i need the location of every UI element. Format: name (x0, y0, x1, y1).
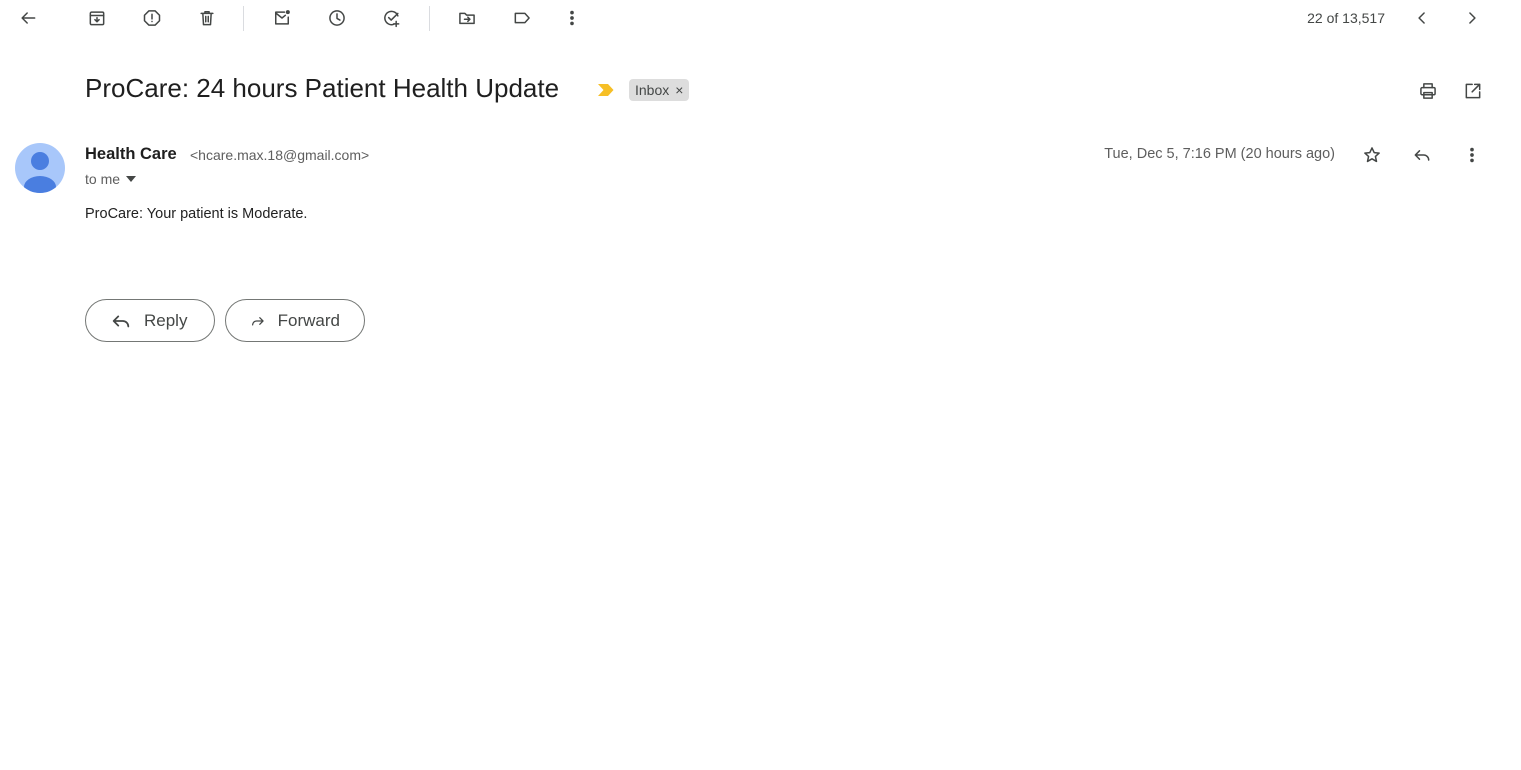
archive-icon[interactable] (82, 3, 112, 33)
move-to-icon[interactable] (452, 3, 482, 33)
sender-email: <hcare.max.18@gmail.com> (190, 147, 370, 163)
label-chip-text: Inbox (635, 82, 670, 98)
toolbar-divider (429, 6, 430, 31)
reply-button[interactable]: Reply (85, 299, 215, 342)
snooze-icon[interactable] (322, 3, 352, 33)
more-vert-icon[interactable] (557, 3, 587, 33)
recipient-text: to me (85, 171, 121, 187)
message-counter: 22 of 13,517 (1307, 10, 1385, 26)
add-to-tasks-icon[interactable] (377, 3, 407, 33)
email-body: ProCare: Your patient is Moderate. (85, 206, 308, 222)
default-avatar-icon (24, 152, 56, 193)
reply-icon[interactable] (1407, 140, 1437, 170)
chevron-right-icon[interactable] (1457, 3, 1487, 33)
delete-icon[interactable] (192, 3, 222, 33)
forward-icon (251, 316, 264, 326)
more-vert-icon[interactable] (1457, 140, 1487, 170)
forward-button-label: Forward (277, 310, 340, 330)
toolbar-divider (243, 6, 244, 31)
mark-unread-icon[interactable] (267, 3, 297, 33)
avatar[interactable] (15, 143, 65, 193)
open-in-new-window-icon[interactable] (1458, 76, 1488, 106)
forward-button[interactable]: Forward (225, 299, 365, 342)
remove-label-icon[interactable]: × (675, 82, 683, 98)
report-spam-icon[interactable] (137, 3, 167, 33)
label-chip-inbox: Inbox × (629, 79, 690, 101)
reply-icon (112, 315, 130, 327)
sender-name[interactable]: Health Care (85, 145, 177, 164)
recipient-details[interactable]: to me (85, 171, 137, 187)
email-subject: ProCare: 24 hours Patient Health Update (85, 73, 560, 103)
dropdown-arrow-icon[interactable] (126, 176, 137, 182)
email-date: Tue, Dec 5, 7:16 PM (20 hours ago) (1104, 146, 1335, 162)
chevron-left-icon[interactable] (1407, 3, 1437, 33)
star-icon[interactable] (1357, 140, 1387, 170)
important-marker-icon[interactable] (597, 82, 615, 98)
print-icon[interactable] (1413, 76, 1443, 106)
reply-button-label: Reply (144, 310, 188, 330)
label-icon[interactable] (507, 3, 537, 33)
back-arrow-icon[interactable] (13, 3, 43, 33)
